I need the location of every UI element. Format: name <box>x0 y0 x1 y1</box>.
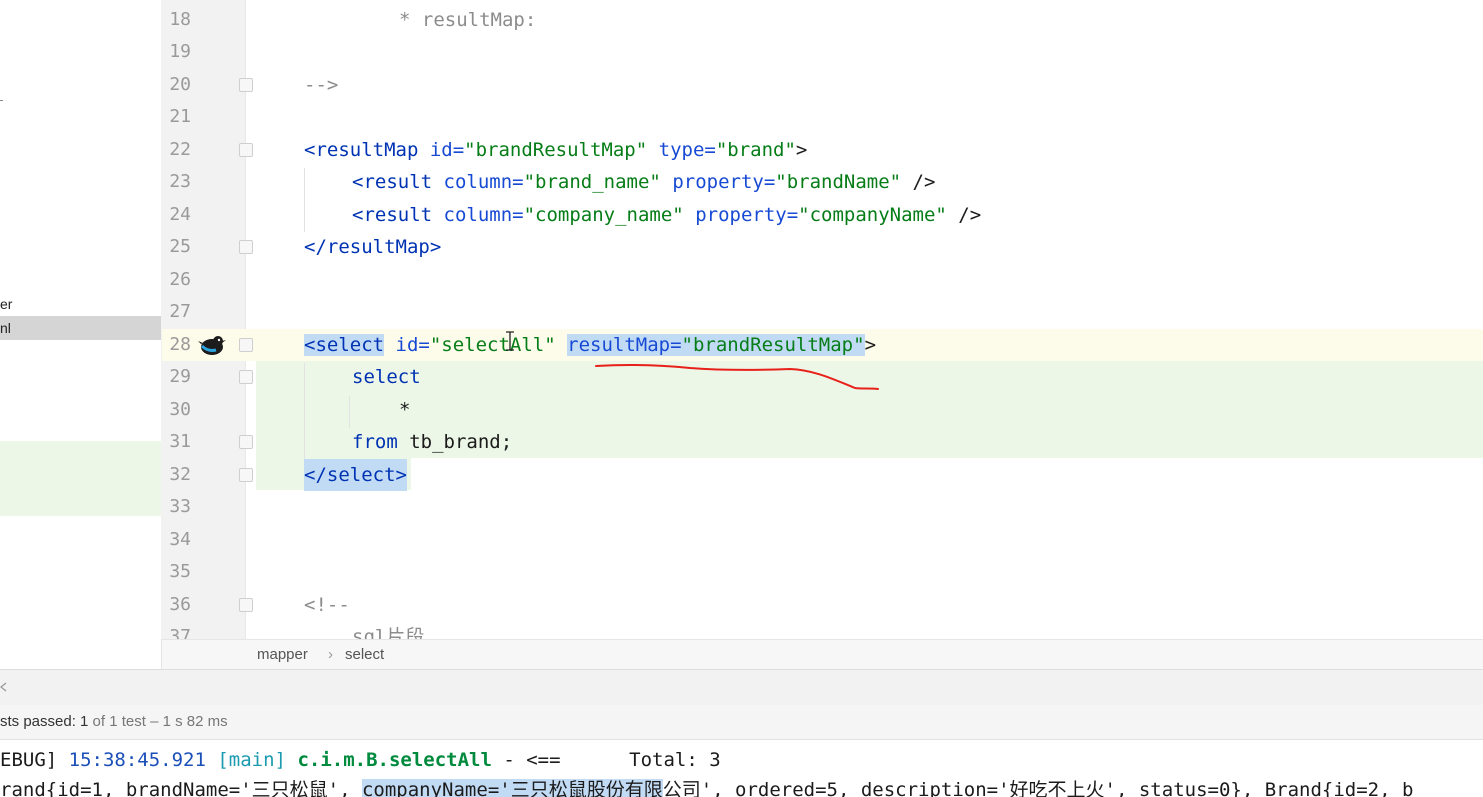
breadcrumb-separator: › <box>328 646 333 663</box>
line-number: 32 <box>169 464 191 485</box>
xml-attr: column= <box>432 171 524 193</box>
tests-summary: of 1 test – 1 s 82 ms <box>88 713 228 730</box>
line-number: 31 <box>169 431 191 452</box>
line-number: 25 <box>169 236 191 257</box>
xml-value-selected: "brandResultMap" <box>681 334 865 356</box>
indent-guide <box>304 363 305 459</box>
code-line-31[interactable]: from tb_brand; <box>352 426 512 458</box>
xml-tag: <result <box>352 204 433 226</box>
code-line-36[interactable]: <!-- <box>304 589 350 621</box>
xml-value: "companyName" <box>798 204 947 226</box>
line-number: 37 <box>169 626 191 639</box>
line-number: 33 <box>169 496 191 517</box>
sidebar-tick <box>0 100 3 101</box>
log-message: - <== Total: 3 <box>491 749 721 771</box>
xml-tag: <result <box>352 171 433 193</box>
line-number: 24 <box>169 204 191 225</box>
fold-marker-icon[interactable] <box>239 435 253 449</box>
xml-value: "brandName" <box>775 171 902 193</box>
project-sidebar: er nl <box>0 0 162 669</box>
xml-tag: <select <box>304 334 385 356</box>
tests-passed-label: sts passed: <box>0 713 81 730</box>
xml-bracket: > <box>795 139 808 161</box>
collapse-icon[interactable] <box>0 682 8 692</box>
xml-value: "brandResultMap" <box>464 139 648 161</box>
run-panel-toolbar <box>0 669 1483 706</box>
code-line-30[interactable]: * <box>399 394 410 426</box>
sidebar-item-xml-selected[interactable]: nl <box>0 316 161 340</box>
xml-attr: type= <box>647 139 716 161</box>
line-number: 30 <box>169 399 191 420</box>
breadcrumb-item-select[interactable]: select <box>345 640 384 670</box>
line-number: 20 <box>169 74 191 95</box>
line-number: 23 <box>169 171 191 192</box>
log-logger: c.i.m.B.selectAll <box>297 749 492 771</box>
sidebar-item-mapper[interactable]: er <box>0 292 12 316</box>
console-line: rand{id=1, brandName='三只松鼠', companyName… <box>0 775 1413 797</box>
code-line-20[interactable]: --> <box>304 69 338 101</box>
xml-tag: <resultMap <box>304 139 419 161</box>
fold-marker-icon[interactable] <box>239 78 253 92</box>
code-line-24[interactable]: <result column="company_name" property="… <box>352 199 981 231</box>
fold-marker-icon[interactable] <box>239 468 253 482</box>
line-number: 34 <box>169 529 191 550</box>
log-result-selected: companyName='三只松鼠股份有限 <box>361 779 663 797</box>
xml-attr: column= <box>432 204 524 226</box>
fold-marker-icon[interactable] <box>239 598 253 612</box>
fold-marker-icon[interactable] <box>239 143 253 157</box>
log-time: 15:38:45.921 <box>68 749 206 771</box>
xml-bracket: /> <box>901 171 936 193</box>
line-number: 29 <box>169 366 191 387</box>
fold-marker-icon[interactable] <box>239 370 253 384</box>
line-number: 21 <box>169 106 191 127</box>
line-number: 19 <box>169 41 191 62</box>
console-line: EBUG] 15:38:45.921 [main] c.i.m.B.select… <box>0 745 721 775</box>
breadcrumb: mapper › select <box>162 639 1483 670</box>
red-annotation-underline <box>595 363 879 390</box>
sidebar-test-highlight <box>0 441 161 516</box>
fold-marker-icon[interactable] <box>239 338 253 352</box>
log-result-part: rand{id=1, brandName='三只松鼠', <box>0 779 362 797</box>
indent-guide <box>349 396 350 428</box>
code-line-23[interactable]: <result column="brand_name" property="br… <box>352 166 935 198</box>
code-line-28[interactable]: <select id="selectAll" resultMap="brandR… <box>304 329 876 361</box>
xml-attr: property= <box>660 171 776 193</box>
sql-identifier: tb_brand; <box>397 431 513 453</box>
line-number: 36 <box>169 594 191 615</box>
xml-value: "company_name" <box>523 204 684 226</box>
breadcrumb-item-mapper[interactable]: mapper <box>257 640 308 670</box>
line-number: 35 <box>169 561 191 582</box>
line-number: 22 <box>169 139 191 160</box>
line-number: 26 <box>169 269 191 290</box>
indent-guide <box>304 168 305 232</box>
xml-value: "selectAll" <box>429 334 556 356</box>
line-number: 18 <box>169 9 191 30</box>
code-line-25[interactable]: </resultMap> <box>304 231 441 263</box>
xml-bracket: /> <box>946 204 982 226</box>
xml-attr: property= <box>683 204 799 226</box>
xml-attr: id= <box>418 139 465 161</box>
xml-value: "brand_name" <box>523 171 661 193</box>
text-cursor-icon <box>506 331 514 351</box>
log-level: EBUG] <box>0 749 69 771</box>
sql-keyword: from <box>352 431 398 453</box>
xml-attr-selected: resultMap= <box>567 334 682 356</box>
xml-value: "brand" <box>715 139 796 161</box>
test-status-bar: sts passed: 1 of 1 test – 1 s 82 ms <box>0 705 1483 740</box>
xml-bracket: > <box>864 334 877 356</box>
line-number: 27 <box>169 301 191 322</box>
xml-attr: id= <box>384 334 430 356</box>
log-result-part: 公司', ordered=5, description='好吃不上火', sta… <box>662 779 1414 797</box>
code-line-29[interactable]: select <box>352 361 421 393</box>
fold-marker-icon[interactable] <box>239 240 253 254</box>
mybatis-bird-icon[interactable] <box>198 332 226 358</box>
code-line-18[interactable]: * resultMap: <box>399 4 536 36</box>
code-line-37[interactable]: sql片段 <box>352 621 424 639</box>
line-number: 28 <box>169 334 191 355</box>
code-line-22[interactable]: <resultMap id="brandResultMap" type="bra… <box>304 134 807 166</box>
log-thread: [main] <box>205 749 298 771</box>
console-output[interactable]: EBUG] 15:38:45.921 [main] c.i.m.B.select… <box>0 740 1483 797</box>
code-line-32[interactable]: </select> <box>304 459 407 491</box>
